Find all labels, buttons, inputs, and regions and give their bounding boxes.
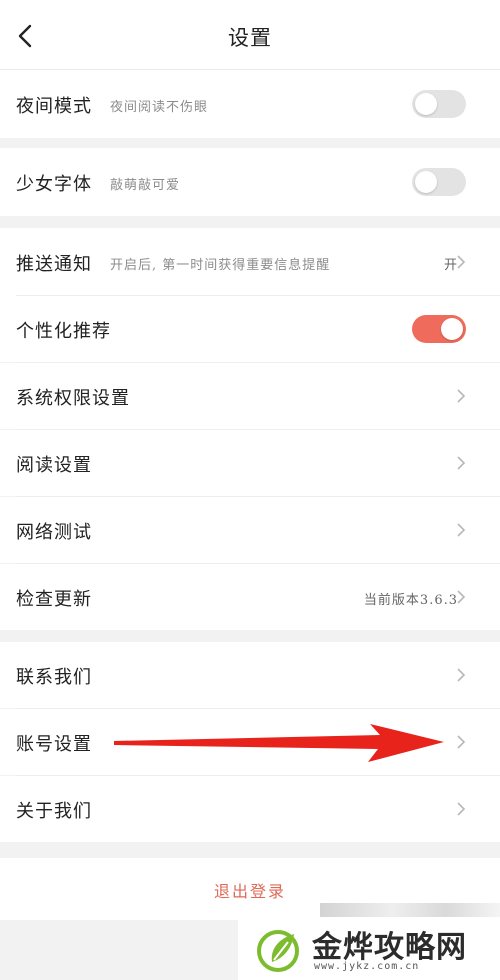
toggle-knob [415, 171, 437, 193]
watermark-url: www.jykz.com.cn [314, 961, 420, 972]
night-mode-description: 夜间阅读不伤眼 [110, 100, 209, 115]
chevron-right-icon [457, 255, 466, 269]
personalized-recommendation-toggle[interactable] [412, 315, 466, 343]
push-notification-row[interactable]: 推送通知 开启后, 第一时间获得重要信息提醒 开 [0, 228, 500, 296]
watermark: 金烨攻略网 www.jykz.com.cn [238, 918, 500, 980]
personalized-recommendation-row[interactable]: 个性化推荐 [0, 296, 500, 362]
top-bar: 设置 [0, 0, 500, 70]
night-mode-toggle[interactable] [412, 90, 466, 118]
page-title: 设置 [228, 26, 272, 50]
chevron-right-icon [457, 523, 466, 537]
chevron-right-icon [457, 590, 466, 604]
system-permissions-row[interactable]: 系统权限设置 [0, 363, 500, 429]
chevron-right-icon [457, 802, 466, 816]
push-notification-description: 开启后, 第一时间获得重要信息提醒 [110, 258, 331, 273]
chevron-right-icon [457, 735, 466, 749]
watermark-strip [320, 903, 500, 917]
account-settings-label: 账号设置 [16, 734, 92, 755]
night-mode-row[interactable]: 夜间模式 夜间阅读不伤眼 [0, 70, 500, 138]
contact-us-label: 联系我们 [16, 667, 92, 688]
toggle-knob [441, 318, 463, 340]
network-test-row[interactable]: 网络测试 [0, 497, 500, 563]
account-settings-row[interactable]: 账号设置 [0, 709, 500, 775]
girl-font-description: 敲萌敲可爱 [110, 178, 181, 193]
chevron-right-icon [457, 668, 466, 682]
chevron-right-icon [457, 456, 466, 470]
leaf-logo-icon [257, 930, 299, 972]
contact-us-row[interactable]: 联系我们 [0, 642, 500, 708]
night-mode-label: 夜间模式 [16, 96, 92, 117]
check-update-row[interactable]: 检查更新 当前版本3.6.3 [0, 564, 500, 630]
watermark-text: 金烨攻略网 [312, 930, 467, 965]
girl-font-row[interactable]: 少女字体 敲萌敲可爱 [0, 148, 500, 216]
girl-font-label: 少女字体 [16, 174, 92, 195]
reading-settings-row[interactable]: 阅读设置 [0, 430, 500, 496]
check-update-label: 检查更新 [16, 589, 92, 610]
current-version: 当前版本3.6.3 [363, 593, 458, 608]
network-test-label: 网络测试 [16, 522, 92, 543]
girl-font-toggle[interactable] [412, 168, 466, 196]
system-permissions-label: 系统权限设置 [16, 388, 130, 409]
toggle-knob [415, 93, 437, 115]
reading-settings-label: 阅读设置 [16, 455, 92, 476]
about-us-row[interactable]: 关于我们 [0, 776, 500, 842]
push-notification-label: 推送通知 [16, 254, 92, 275]
chevron-right-icon [457, 389, 466, 403]
personalized-recommendation-label: 个性化推荐 [16, 321, 111, 342]
about-us-label: 关于我们 [16, 801, 92, 822]
